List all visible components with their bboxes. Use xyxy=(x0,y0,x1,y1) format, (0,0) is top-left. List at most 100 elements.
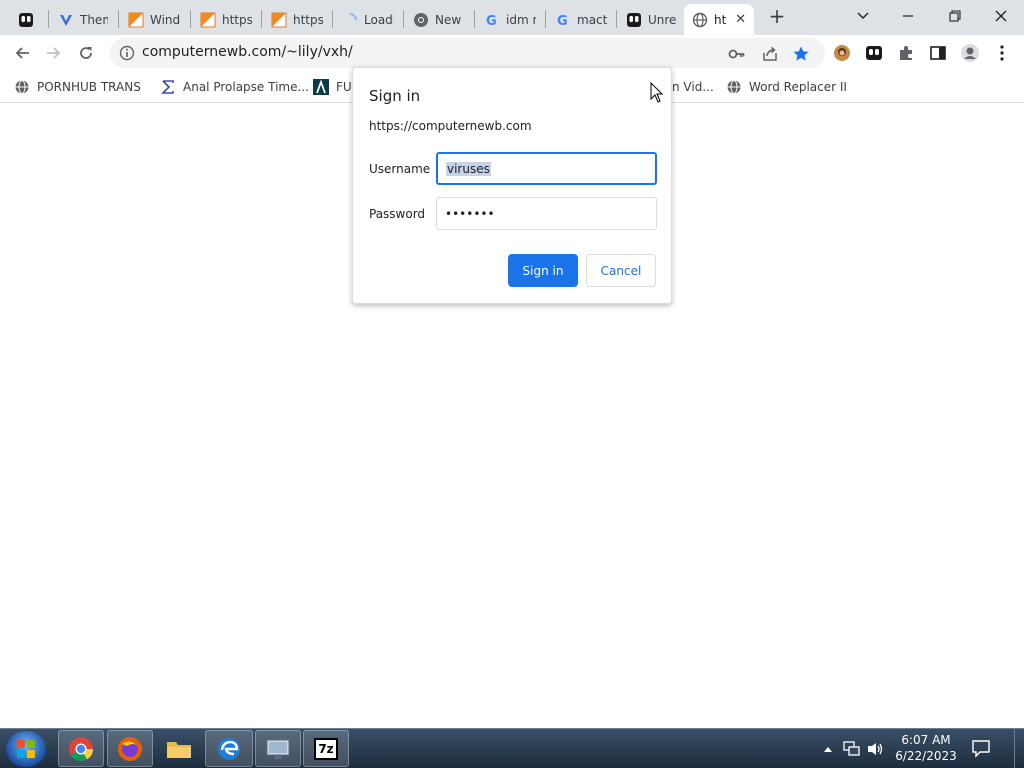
tumblr-icon xyxy=(18,12,34,28)
orange-flag-icon xyxy=(200,12,216,28)
globe-icon xyxy=(692,12,708,28)
sigma-icon xyxy=(160,79,176,95)
google-icon: G xyxy=(484,12,500,28)
explorer-folder-icon xyxy=(167,741,191,758)
mouse-cursor-icon xyxy=(650,81,664,104)
tab-https-1[interactable]: https xyxy=(192,4,260,35)
sign-in-button[interactable]: Sign in xyxy=(508,254,578,287)
password-label: Password xyxy=(369,207,426,221)
tab-title: https xyxy=(222,12,252,27)
share-icon[interactable] xyxy=(761,45,779,63)
new-tab-button[interactable]: + xyxy=(767,6,787,28)
show-desktop-button[interactable] xyxy=(1014,729,1024,768)
globe-icon xyxy=(726,79,742,95)
tab-new[interactable]: New xyxy=(405,4,473,35)
chrome-icon xyxy=(69,736,93,761)
loading-icon xyxy=(342,12,358,28)
menu-kebab-icon[interactable] xyxy=(992,43,1012,63)
action-center-icon[interactable] xyxy=(970,737,992,759)
profile-icon[interactable] xyxy=(960,43,980,63)
windows-logo-icon xyxy=(17,740,35,758)
bookmark-vid[interactable]: n Vid... xyxy=(672,77,714,97)
browser-toolbar: computernewb.com/~lily/vxh/ xyxy=(0,35,1024,71)
tab-title: macty xyxy=(577,12,607,27)
extensions-puzzle-icon[interactable] xyxy=(896,43,916,63)
address-bar[interactable]: computernewb.com/~lily/vxh/ xyxy=(110,38,825,68)
info-icon[interactable] xyxy=(119,45,135,61)
dialog-origin: https://computernewb.com xyxy=(369,119,532,133)
start-button[interactable] xyxy=(6,731,46,767)
taskbar: 7z 6:07 AM 6/22/2023 xyxy=(0,728,1024,768)
tab-idm[interactable]: G idm n xyxy=(476,4,544,35)
lambda-icon xyxy=(313,79,329,95)
tab-title: https xyxy=(293,12,323,27)
tab-active[interactable]: ht ✕ xyxy=(684,4,754,35)
close-tab-icon[interactable]: ✕ xyxy=(735,12,746,27)
volume-icon[interactable] xyxy=(866,739,886,759)
bookmark-word-replacer[interactable]: Word Replacer II xyxy=(726,77,847,97)
7zip-label: 7z xyxy=(318,741,334,756)
bookmark-pornhub-trans[interactable]: PORNHUB TRANS xyxy=(14,77,141,97)
network-icon[interactable] xyxy=(843,739,861,759)
show-hidden-icons-icon[interactable] xyxy=(822,739,834,759)
minimize-icon[interactable] xyxy=(893,4,923,28)
tab-title: Loadi xyxy=(364,12,394,27)
tab-search-icon[interactable] xyxy=(848,4,878,28)
tab-loading[interactable]: Loadi xyxy=(334,4,402,35)
chrome-icon xyxy=(413,12,429,28)
tab-tumblr[interactable] xyxy=(10,4,46,35)
taskbar-edge[interactable] xyxy=(205,730,253,767)
clock-time: 6:07 AM xyxy=(901,733,951,747)
orange-flag-icon xyxy=(128,12,144,28)
tab-unread[interactable]: Unrea xyxy=(618,4,684,35)
tumblr-extension-icon[interactable] xyxy=(864,43,884,63)
taskbar-firefox[interactable] xyxy=(107,730,153,767)
orange-flag-icon xyxy=(271,12,287,28)
bookmark-star-icon[interactable] xyxy=(792,45,810,63)
username-value: viruses xyxy=(446,161,491,176)
tab-https-2[interactable]: https xyxy=(263,4,331,35)
dialog-title: Sign in xyxy=(369,87,421,105)
google-icon: G xyxy=(555,12,571,28)
tab-title: New xyxy=(435,12,462,27)
bookmark-label: Anal Prolapse Time... xyxy=(183,80,309,94)
tab-title: Wind xyxy=(150,12,181,27)
username-field[interactable]: viruses xyxy=(436,152,657,185)
taskbar-7zip[interactable]: 7z xyxy=(303,730,349,767)
svg-text:G: G xyxy=(557,14,568,28)
taskbar-control-panel[interactable] xyxy=(255,730,301,767)
tab-title: Them xyxy=(80,12,108,27)
taskbar-explorer[interactable] xyxy=(156,730,202,767)
control-panel-icon xyxy=(266,739,290,759)
extension-avatar-icon[interactable] xyxy=(832,43,852,63)
close-window-icon[interactable] xyxy=(986,4,1016,28)
bookmark-anal-prolapse[interactable]: Anal Prolapse Time... xyxy=(160,77,309,97)
clock-date: 6/22/2023 xyxy=(895,749,957,763)
vivaldi-icon xyxy=(58,12,74,28)
bookmark-label: PORNHUB TRANS xyxy=(37,80,141,94)
system-clock[interactable]: 6:07 AM 6/22/2023 xyxy=(888,732,964,764)
url-text: computernewb.com/~lily/vxh/ xyxy=(142,44,353,60)
sign-in-dialog: Sign in https://computernewb.com Usernam… xyxy=(352,67,672,304)
tab-wind[interactable]: Wind xyxy=(120,4,190,35)
bookmark-label: n Vid... xyxy=(672,80,714,94)
tab-macty[interactable]: G macty xyxy=(547,4,615,35)
edge-icon xyxy=(218,737,240,760)
bookmark-fu[interactable]: FU xyxy=(313,77,352,97)
back-icon[interactable] xyxy=(10,41,34,65)
7zip-icon: 7z xyxy=(314,737,338,760)
tab-strip: Them Wind https https Loadi New xyxy=(0,0,1024,35)
key-icon[interactable] xyxy=(728,45,746,63)
bookmark-label: FU xyxy=(336,80,352,94)
side-panel-icon[interactable] xyxy=(928,43,948,63)
taskbar-chrome[interactable] xyxy=(58,730,104,767)
forward-icon[interactable] xyxy=(42,41,66,65)
tab-them[interactable]: Them xyxy=(50,4,116,35)
reload-icon[interactable] xyxy=(74,41,98,65)
restore-icon[interactable] xyxy=(940,4,970,28)
tab-title: ht xyxy=(714,12,727,27)
cancel-button[interactable]: Cancel xyxy=(586,254,656,287)
username-label: Username xyxy=(369,162,431,176)
password-field[interactable]: ••••••• xyxy=(436,197,657,230)
firefox-icon xyxy=(118,736,142,761)
